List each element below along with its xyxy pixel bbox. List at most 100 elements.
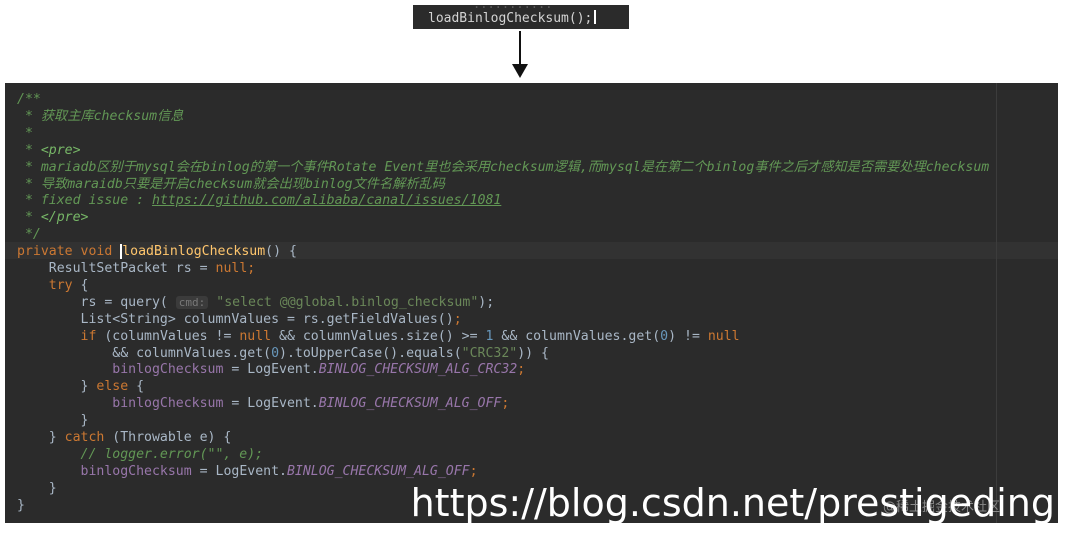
code-token: null bbox=[707, 328, 740, 344]
code-token: List<String> columnValues = rs.getFieldV… bbox=[17, 311, 454, 327]
code-token: https://github.com/alibaba/canal/issues/… bbox=[151, 193, 502, 209]
down-arrow-icon bbox=[512, 64, 528, 78]
watermark-url: https://blog.csdn.net/prestigeding bbox=[410, 481, 1055, 525]
code-line: && columnValues.get(0).toUpperCase().equ… bbox=[17, 345, 549, 362]
code-token: } bbox=[17, 497, 25, 513]
code-line: } else { bbox=[17, 378, 145, 395]
code-line: * </pre> bbox=[17, 209, 89, 226]
code-token: { bbox=[128, 379, 145, 395]
right-margin-guide bbox=[996, 83, 997, 523]
code-token: ResultSetPacket rs = bbox=[17, 261, 216, 276]
code-token: * 获取主库checksum信息 bbox=[17, 108, 184, 124]
down-arrow-shaft bbox=[519, 31, 521, 67]
code-token: } bbox=[17, 379, 97, 395]
code-line: * <pre> bbox=[17, 142, 81, 159]
code-token: */ bbox=[17, 227, 41, 243]
code-editor[interactable]: /** * 获取主库checksum信息 * * <pre> * mariadb… bbox=[5, 83, 1058, 523]
code-token: BINLOG_CHECKSUM_ALG_OFF bbox=[318, 396, 502, 412]
code-token: 0 bbox=[271, 345, 280, 361]
code-line: * 获取主库checksum信息 bbox=[17, 108, 184, 125]
code-token: /** bbox=[17, 92, 41, 107]
code-token: BINLOG_CHECKSUM_ALG_CRC32 bbox=[318, 362, 518, 378]
code-token: (columnValues != bbox=[96, 328, 240, 344]
code-token: // logger.error("", e); bbox=[17, 446, 264, 462]
code-line: if (columnValues != null && columnValues… bbox=[17, 328, 740, 345]
code-line: try { bbox=[17, 277, 89, 294]
code-token: * bbox=[17, 125, 33, 141]
code-token: else bbox=[96, 379, 129, 395]
code-token: = LogEvent. bbox=[223, 396, 319, 412]
code-token: catch bbox=[64, 430, 105, 445]
code-line: } bbox=[17, 412, 89, 429]
code-token: binlogChecksum bbox=[112, 362, 224, 378]
code-token: (Throwable e) { bbox=[104, 430, 232, 445]
code-line: binlogChecksum = LogEvent.BINLOG_CHECKSU… bbox=[17, 463, 478, 480]
code-token: oadBinlogChecksum bbox=[130, 244, 266, 260]
code-line: */ bbox=[17, 226, 41, 243]
code-line: rs = query( cmd: "select @@global.binlog… bbox=[17, 294, 495, 311]
code-line: List<String> columnValues = rs.getFieldV… bbox=[17, 311, 462, 328]
code-token: rs = query( bbox=[17, 294, 176, 310]
text-caret bbox=[594, 10, 597, 24]
code-token: } bbox=[17, 480, 57, 496]
code-token: BINLOG_CHECKSUM_ALG_OFF bbox=[286, 463, 470, 479]
code-line: } bbox=[17, 480, 57, 497]
snippet-ghost-line-below: ............. bbox=[473, 24, 567, 29]
code-token: = LogEvent. bbox=[223, 362, 319, 378]
code-line: /** bbox=[17, 91, 41, 108]
code-token: l bbox=[120, 244, 131, 260]
parameter-hint: cmd: bbox=[175, 295, 209, 309]
code-token: ; bbox=[469, 463, 478, 479]
code-line: binlogChecksum = LogEvent.BINLOG_CHECKSU… bbox=[17, 395, 509, 412]
code-token: </pre> bbox=[40, 210, 89, 226]
code-token: = LogEvent. bbox=[191, 463, 287, 479]
code-line: * mariadb区别于mysql会在binlog的第一个事件Rotate Ev… bbox=[17, 159, 989, 176]
code-token: )) { bbox=[517, 345, 549, 361]
code-token: } bbox=[17, 430, 65, 445]
code-token: ) != bbox=[668, 328, 708, 344]
code-token: 0 bbox=[660, 328, 669, 344]
code-token: } bbox=[17, 413, 89, 429]
code-token: && columnValues.size() >= bbox=[271, 328, 486, 344]
code-line: } catch (Throwable e) { bbox=[17, 429, 232, 446]
code-line: binlogChecksum = LogEvent.BINLOG_CHECKSU… bbox=[17, 361, 525, 378]
code-token: * bbox=[17, 142, 41, 158]
code-line: * 导致maraidb只要是开启checksum就会出现binlog文件名解析乱… bbox=[17, 176, 445, 193]
code-line: ResultSetPacket rs = null; bbox=[17, 260, 255, 277]
code-line: } bbox=[17, 497, 25, 514]
code-token: <pre> bbox=[40, 142, 81, 158]
code-token: ).toUpperCase().equals( bbox=[279, 345, 462, 361]
code-token: && columnValues.get( bbox=[17, 345, 272, 361]
code-token: try bbox=[48, 277, 73, 293]
code-token: ; bbox=[247, 261, 256, 276]
code-token: * bbox=[17, 210, 41, 226]
code-token: ; bbox=[453, 311, 462, 327]
code-token: "CRC32" bbox=[461, 345, 518, 361]
code-token: ; bbox=[501, 396, 510, 412]
code-snippet-preview: ........... loadBinlogChecksum(); ......… bbox=[413, 5, 629, 29]
code-token: * 导致maraidb只要是开启checksum就会出现binlog文件名解析乱… bbox=[17, 176, 445, 192]
code-token: ); bbox=[478, 294, 495, 310]
code-token: null bbox=[239, 328, 272, 344]
code-token: * fixed issue : bbox=[17, 193, 152, 209]
code-line: private void loadBinlogChecksum() { bbox=[17, 243, 297, 260]
code-token: ; bbox=[517, 362, 526, 378]
code-token: && columnValues.get( bbox=[493, 328, 661, 344]
code-token: { bbox=[72, 277, 89, 293]
code-line: * fixed issue : https://github.com/aliba… bbox=[17, 192, 501, 209]
code-token: null bbox=[215, 261, 248, 276]
code-token: private void bbox=[17, 244, 121, 260]
code-line: // logger.error("", e); bbox=[17, 446, 264, 463]
code-token: if bbox=[80, 328, 97, 344]
code-token: binlogChecksum bbox=[80, 463, 192, 479]
code-token: "select @@global.binlog_checksum" bbox=[216, 294, 479, 310]
code-line: * bbox=[17, 125, 33, 142]
code-token: * mariadb区别于mysql会在binlog的第一个事件Rotate Ev… bbox=[17, 159, 990, 175]
code-token: () { bbox=[265, 244, 297, 260]
code-token: binlogChecksum bbox=[112, 396, 224, 412]
